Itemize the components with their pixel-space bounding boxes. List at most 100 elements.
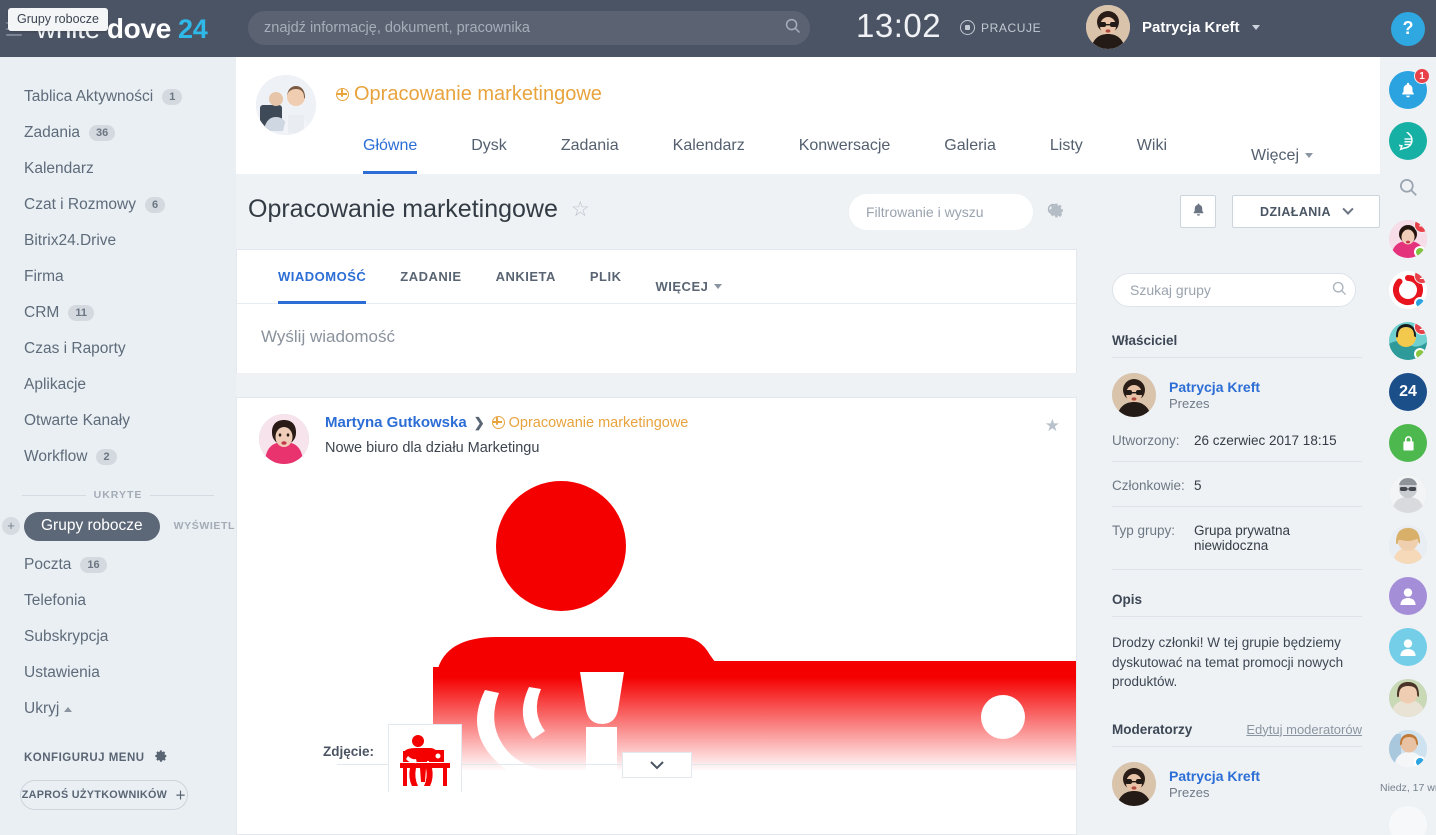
tab-listy[interactable]: Listy — [1023, 119, 1110, 174]
rail-contact-4[interactable] — [1380, 475, 1436, 513]
avatar[interactable]: 4 — [1389, 220, 1427, 258]
avatar[interactable] — [1389, 730, 1427, 768]
sidebar-item-workflow[interactable]: Workflow 2 — [0, 439, 236, 475]
tab-dysk[interactable]: Dysk — [444, 119, 534, 174]
group-search-input[interactable] — [1113, 282, 1323, 298]
owner-name[interactable]: Patrycja Kreft — [1169, 379, 1260, 395]
private-group-icon — [336, 88, 349, 101]
edit-moderators-link[interactable]: Edytuj moderatorów — [1246, 722, 1362, 737]
post-image[interactable]: Zdjęcie: — [237, 472, 1076, 792]
search-icon — [1323, 281, 1355, 299]
tab-kalendarz[interactable]: Kalendarz — [646, 119, 772, 174]
rail-contact-9[interactable] — [1380, 730, 1436, 768]
tab-wiecej[interactable]: Więcej — [1224, 119, 1340, 174]
post-group-link[interactable]: Opracowanie marketingowe — [491, 415, 688, 431]
invite-users-button[interactable]: ZAPROŚ UŻYTKOWNIKÓW ＋ — [20, 780, 188, 810]
rail-contact-2[interactable]: 1 — [1380, 271, 1436, 309]
help-button[interactable]: ? — [1391, 11, 1425, 46]
notification-badge: 1 — [1414, 68, 1430, 84]
rail-lock[interactable] — [1380, 424, 1436, 462]
search-icon — [776, 18, 810, 38]
user-menu[interactable]: Patrycja Kreft — [1086, 5, 1260, 49]
filter-search-input[interactable] — [849, 204, 1047, 220]
global-search-input[interactable] — [248, 20, 776, 36]
user-placeholder-icon[interactable] — [1389, 628, 1427, 666]
tab-zadania[interactable]: Zadania — [534, 119, 646, 174]
rail-contact-6[interactable] — [1380, 577, 1436, 615]
sidebar-item-poczta[interactable]: Poczta 16 — [0, 547, 236, 583]
composer-tab-plik[interactable]: PLIK — [573, 250, 639, 304]
search-icon[interactable] — [1399, 178, 1418, 202]
post-author-name[interactable]: Martyna Gutkowska — [325, 414, 467, 431]
avatar[interactable] — [1389, 475, 1427, 513]
owner-person[interactable]: Patrycja Kreft Prezes — [1112, 373, 1380, 417]
composer-tab-wiecej[interactable]: WIĘCEJ — [639, 250, 740, 304]
rail-notifications[interactable]: 1 — [1380, 68, 1436, 109]
sidebar-item-zadania[interactable]: Zadania 36 — [0, 115, 236, 151]
avatar[interactable] — [1112, 761, 1156, 806]
tab-galeria[interactable]: Galeria — [917, 119, 1023, 174]
sidebar-item-telefonia[interactable]: Telefonia — [0, 583, 236, 619]
avatar[interactable] — [1086, 5, 1130, 49]
rail-contact-5[interactable] — [1380, 526, 1436, 564]
rail-contact-3[interactable]: 1 — [1380, 322, 1436, 360]
sidebar-item-czas-i-raporty[interactable]: Czas i Raporty — [0, 331, 236, 367]
notifications-button[interactable] — [1180, 195, 1216, 228]
avatar[interactable]: 1 — [1389, 322, 1427, 360]
bell-icon[interactable]: 1 — [1389, 68, 1430, 109]
tab-konwersacje[interactable]: Konwersacje — [772, 119, 918, 174]
avatar[interactable]: 1 — [1389, 271, 1427, 309]
rail-search[interactable] — [1380, 178, 1436, 202]
group-avatar[interactable] — [256, 75, 316, 135]
group-breadcrumb-title[interactable]: Opracowanie marketingowe — [336, 83, 602, 106]
composer-tab-zadanie[interactable]: ZADANIE — [383, 250, 478, 304]
avatar[interactable] — [1389, 679, 1427, 717]
tab-wiki[interactable]: Wiki — [1110, 119, 1194, 174]
configure-menu-button[interactable]: KONFIGURUJ MENU — [0, 749, 236, 766]
tab-label: Zadania — [560, 137, 619, 154]
filter-settings-gear-icon[interactable] — [1048, 202, 1065, 224]
post-favorite-star-icon[interactable]: ★ — [1045, 416, 1060, 436]
rail-contact-1[interactable]: 4 — [1380, 220, 1436, 258]
show-label[interactable]: WYŚWIETL — [174, 520, 235, 532]
rail-bitrix24-counter[interactable]: 24 — [1380, 373, 1436, 411]
moderator-person[interactable]: Patrycja Kreft Prezes — [1112, 761, 1380, 806]
avatar[interactable] — [1389, 526, 1427, 564]
user-placeholder-icon[interactable] — [1389, 577, 1427, 615]
sidebar-item-kalendarz[interactable]: Kalendarz — [0, 151, 236, 187]
sidebar-item-czat-i-rozmowy[interactable]: Czat i Rozmowy 6 — [0, 187, 236, 223]
avatar[interactable] — [1112, 373, 1156, 417]
sidebar-item-firma[interactable]: Firma — [0, 259, 236, 295]
add-group-plus-icon[interactable]: + — [2, 517, 20, 535]
avatar[interactable] — [259, 414, 309, 464]
actions-button[interactable]: DZIAŁANIA — [1232, 195, 1380, 228]
rail-contact-8[interactable] — [1380, 679, 1436, 717]
sidebar-item-otwarte-kanaly[interactable]: Otwarte Kanały — [0, 403, 236, 439]
composer-tab-wiadomosc[interactable]: WIADOMOŚĆ — [261, 250, 383, 304]
filter-search[interactable] — [849, 194, 1062, 230]
sidebar-item-crm[interactable]: CRM 11 — [0, 295, 236, 331]
expand-post-button[interactable] — [621, 752, 692, 778]
composer-placeholder[interactable]: Wyślij wiadomość — [237, 304, 1076, 370]
group-search[interactable] — [1112, 273, 1356, 307]
composer-tab-ankieta[interactable]: ANKIETA — [479, 250, 573, 304]
rail-chat[interactable] — [1380, 122, 1436, 160]
sidebar-item-tablica-aktywnosci[interactable]: Tablica Aktywności 1 — [0, 79, 236, 115]
sidebar-item-subskrypcja[interactable]: Subskrypcja — [0, 619, 236, 655]
sidebar-item-bitrix24-drive[interactable]: Bitrix24.Drive — [0, 223, 236, 259]
contact-badge: 4 — [1414, 220, 1427, 233]
sidebar-hide-toggle[interactable]: Ukryj — [0, 691, 236, 727]
moderator-name[interactable]: Patrycja Kreft — [1169, 768, 1260, 784]
lock-icon[interactable] — [1389, 424, 1427, 462]
attachment-thumbnail[interactable] — [388, 724, 463, 792]
chat-icon[interactable] — [1389, 122, 1427, 160]
sidebar-item-grupy-robocze[interactable]: + Grupy robocze WYŚWIETL — [0, 511, 236, 541]
work-status[interactable]: PRACUJE — [960, 20, 1041, 35]
tab-glowne[interactable]: Główne — [336, 119, 444, 174]
global-search[interactable] — [248, 11, 810, 45]
rail-contact-7[interactable] — [1380, 628, 1436, 666]
chevron-down-icon[interactable] — [1251, 24, 1260, 30]
sidebar-item-aplikacje[interactable]: Aplikacje — [0, 367, 236, 403]
sidebar-item-ustawienia[interactable]: Ustawienia — [0, 655, 236, 691]
favorite-star-icon[interactable]: ☆ — [571, 197, 590, 222]
